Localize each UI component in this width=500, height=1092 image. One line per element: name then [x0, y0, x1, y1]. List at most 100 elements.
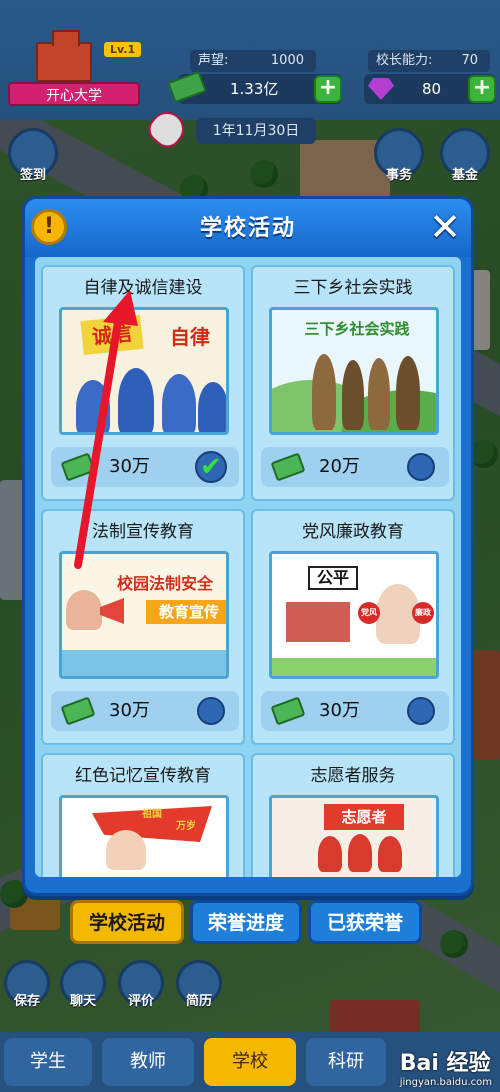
activity-image: 志愿者 — [269, 795, 439, 877]
hiker-figure — [312, 354, 336, 430]
activity-card-volunteer[interactable]: 志愿者服务 志愿者 — [251, 753, 455, 877]
school-badge[interactable]: Lv.1 开心大学 — [8, 30, 142, 110]
activity-cost-bar: 30万 ✔ — [51, 447, 239, 487]
top-hud: Lv.1 开心大学 声望: 1000 校长能力: 70 1.33亿 + 80 + — [0, 0, 500, 153]
gem-value: 80 — [422, 80, 442, 98]
select-toggle[interactable] — [197, 697, 225, 725]
add-cash-button[interactable]: + — [314, 75, 342, 103]
baidu-watermark: Bai 经验 jingyan.baidu.com — [400, 1045, 492, 1088]
cash-icon — [60, 452, 96, 482]
image-banner: 校园法制安全 — [116, 574, 213, 593]
principal-ability-label: 校长能力: — [376, 53, 433, 68]
cash-icon — [270, 696, 306, 726]
cash-icon — [270, 452, 306, 482]
cash-icon — [167, 70, 207, 104]
check-in-label: 签到 — [19, 168, 46, 183]
activity-cost-bar: 20万 — [261, 447, 449, 487]
add-gem-button[interactable]: + — [468, 75, 496, 103]
student-figure — [162, 374, 196, 432]
hiker-figure — [396, 356, 420, 430]
watermark-brand: Bai 经验 — [399, 1051, 491, 1076]
building — [286, 602, 350, 642]
cash-icon — [60, 696, 96, 726]
megaphone-icon — [100, 598, 124, 624]
nav-research[interactable]: 科研 — [306, 1038, 386, 1086]
game-date: 1年11月30日 — [196, 118, 316, 144]
activity-image: 公平 党风 廉政 — [269, 551, 439, 679]
student-figure — [76, 380, 110, 432]
select-toggle[interactable] — [407, 453, 435, 481]
nav-students[interactable]: 学生 — [4, 1038, 92, 1086]
school-building-icon — [36, 30, 92, 82]
modal-title: 学校活动 — [199, 216, 296, 241]
activity-image: 三下乡社会实践 — [269, 307, 439, 435]
nav-school[interactable]: 学校 — [204, 1038, 296, 1086]
activity-card-red-memory[interactable]: 红色记忆宣传教育 祖国 万岁 — [41, 753, 245, 877]
person-figure — [106, 830, 146, 870]
image-banner: 诚信 — [80, 314, 144, 356]
student-figure — [118, 368, 154, 432]
close-button[interactable]: ✕ — [425, 207, 465, 247]
speaker-figure — [66, 590, 102, 630]
volunteer-figure — [318, 836, 342, 872]
reputation-label: 声望: — [198, 53, 229, 68]
activity-image: 校园法制安全 教育宣传 — [59, 551, 229, 679]
image-sign: 公平 — [308, 566, 358, 590]
activity-card-integrity-party[interactable]: 党风廉政教育 公平 党风 廉政 30万 — [251, 509, 455, 745]
city-skyline — [62, 650, 226, 676]
tab-honor-progress[interactable]: 荣誉进度 — [190, 900, 302, 944]
activity-cost: 20万 — [319, 456, 360, 477]
activity-cost: 30万 — [319, 700, 360, 721]
hiker-figure — [342, 360, 364, 430]
select-toggle[interactable] — [407, 697, 435, 725]
gem-icon — [368, 78, 394, 100]
nav-teachers[interactable]: 教师 — [102, 1038, 194, 1086]
image-banner: 三下乡社会实践 — [304, 320, 410, 338]
tab-school-activities[interactable]: 学校活动 — [70, 900, 184, 944]
flag-text: 万岁 — [176, 821, 196, 832]
reputation-value: 1000 — [270, 53, 304, 68]
chat-label: 聊天 — [69, 994, 96, 1009]
activity-cost: 30万 — [109, 456, 150, 477]
activity-card-integrity[interactable]: 自律及诚信建设 诚信 自律 30万 ✔ — [41, 265, 245, 501]
principal-ability-stat: 校长能力: 70 — [368, 50, 490, 72]
reputation-stat: 声望: 1000 — [190, 50, 316, 72]
volunteer-figure — [348, 834, 372, 872]
activity-image: 诚信 自律 — [59, 307, 229, 435]
activity-title: 三下乡社会实践 — [293, 278, 413, 298]
save-label: 保存 — [13, 994, 40, 1009]
integrity-badge: 廉政 — [412, 602, 434, 624]
activity-card-legal-education[interactable]: 法制宣传教育 校园法制安全 教育宣传 30万 — [41, 509, 245, 745]
hiker-figure — [368, 358, 390, 430]
watermark-url: jingyan.baidu.com — [399, 1077, 492, 1088]
image-banner: 教育宣传 — [146, 600, 226, 624]
resume-label: 简历 — [185, 994, 212, 1009]
ground — [272, 658, 436, 676]
review-label: 评价 — [127, 994, 154, 1009]
volunteer-figure — [378, 836, 402, 872]
activity-title: 法制宣传教育 — [92, 522, 194, 542]
activity-cost-bar: 30万 — [51, 691, 239, 731]
activity-title: 红色记忆宣传教育 — [75, 766, 211, 786]
info-icon[interactable]: ! — [31, 209, 67, 245]
volunteer-flag: 志愿者 — [324, 804, 404, 830]
school-level-tag: Lv.1 — [104, 42, 142, 57]
cash-bar: 1.33亿 + — [167, 70, 342, 104]
activity-card-rural-practice[interactable]: 三下乡社会实践 三下乡社会实践 20万 — [251, 265, 455, 501]
tab-earned-honors[interactable]: 已获荣誉 — [308, 900, 422, 944]
activity-cost-bar: 30万 — [261, 691, 449, 731]
gem-bar: 80 + — [364, 74, 496, 104]
school-name: 开心大学 — [8, 82, 140, 106]
cash-value: 1.33亿 — [230, 80, 279, 98]
completed-check-icon[interactable]: ✔ — [195, 451, 227, 483]
activity-title: 自律及诚信建设 — [83, 278, 203, 298]
school-activities-modal: 学校活动 ! ✕ 自律及诚信建设 诚信 自律 30万 ✔ 三下乡社会实践 三下乡… — [22, 196, 474, 896]
activity-title: 志愿者服务 — [310, 766, 396, 786]
fund-label: 基金 — [451, 168, 478, 183]
activity-title: 党风廉政教育 — [302, 522, 404, 542]
affairs-label: 事务 — [385, 168, 412, 183]
activities-grid: 自律及诚信建设 诚信 自律 30万 ✔ 三下乡社会实践 三下乡社会实践 20万 … — [35, 257, 461, 877]
principal-ability-value: 70 — [461, 53, 478, 68]
student-figure — [198, 382, 226, 432]
image-banner: 自律 — [170, 325, 210, 349]
